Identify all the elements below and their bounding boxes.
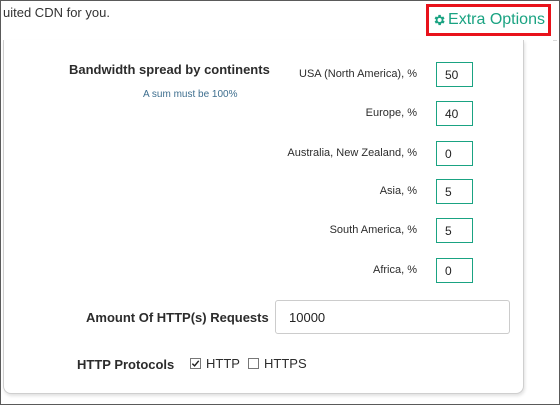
south-america-label: South America, %: [329, 224, 417, 236]
europe-label: Europe, %: [365, 107, 417, 119]
bandwidth-hint: A sum must be 100%: [143, 89, 238, 100]
asia-label: Asia, %: [379, 185, 417, 197]
https-checkbox[interactable]: [248, 358, 259, 369]
australia-percent-input[interactable]: 0: [436, 141, 473, 166]
http-checkbox-label[interactable]: HTTP: [206, 356, 240, 371]
usa-percent-input[interactable]: 50: [436, 62, 473, 87]
requests-input[interactable]: 10000: [275, 300, 510, 334]
https-checkbox-label[interactable]: HTTPS: [264, 356, 307, 371]
asia-percent-input[interactable]: 5: [436, 179, 473, 204]
protocols-label: HTTP Protocols: [77, 357, 175, 372]
panel-top-border-right: [553, 40, 557, 41]
intro-text: uited CDN for you.: [3, 5, 110, 20]
australia-label: Australia, New Zealand, %: [287, 147, 417, 159]
south-america-percent-input[interactable]: 5: [436, 218, 473, 243]
africa-percent-input[interactable]: 0: [436, 258, 473, 283]
extra-options-panel: [3, 40, 524, 394]
gear-icon: [432, 13, 446, 27]
http-checkbox[interactable]: [190, 358, 201, 369]
bandwidth-title: Bandwidth spread by continents: [69, 62, 270, 77]
usa-label: USA (North America), %: [299, 68, 417, 80]
checkmark-icon: [191, 360, 200, 367]
africa-label: Africa, %: [372, 264, 417, 276]
europe-percent-input[interactable]: 40: [436, 101, 473, 126]
extra-options-label: Extra Options: [448, 11, 545, 28]
requests-label: Amount Of HTTP(s) Requests: [86, 310, 269, 325]
extra-options-button[interactable]: Extra Options: [426, 4, 551, 36]
